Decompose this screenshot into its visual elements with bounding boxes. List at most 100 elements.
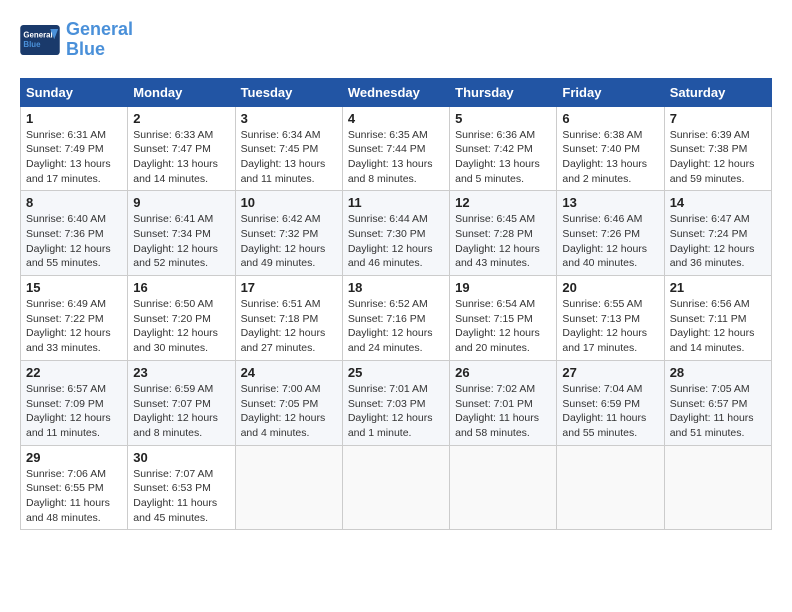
calendar-day-cell: 26 Sunrise: 7:02 AMSunset: 7:01 PMDaylig… xyxy=(450,360,557,445)
day-number: 19 xyxy=(455,280,551,295)
calendar-week-row: 1 Sunrise: 6:31 AMSunset: 7:49 PMDayligh… xyxy=(21,106,772,191)
day-info: Sunrise: 6:33 AMSunset: 7:47 PMDaylight:… xyxy=(133,128,229,187)
svg-text:General: General xyxy=(23,30,52,39)
calendar-week-row: 22 Sunrise: 6:57 AMSunset: 7:09 PMDaylig… xyxy=(21,360,772,445)
day-info: Sunrise: 7:04 AMSunset: 6:59 PMDaylight:… xyxy=(562,382,658,441)
day-number: 18 xyxy=(348,280,444,295)
calendar-day-cell: 2 Sunrise: 6:33 AMSunset: 7:47 PMDayligh… xyxy=(128,106,235,191)
calendar-day-cell: 15 Sunrise: 6:49 AMSunset: 7:22 PMDaylig… xyxy=(21,276,128,361)
day-number: 17 xyxy=(241,280,337,295)
day-number: 24 xyxy=(241,365,337,380)
day-number: 10 xyxy=(241,195,337,210)
calendar-day-cell: 3 Sunrise: 6:34 AMSunset: 7:45 PMDayligh… xyxy=(235,106,342,191)
day-number: 9 xyxy=(133,195,229,210)
calendar-day-cell: 14 Sunrise: 6:47 AMSunset: 7:24 PMDaylig… xyxy=(664,191,771,276)
day-info: Sunrise: 7:05 AMSunset: 6:57 PMDaylight:… xyxy=(670,382,766,441)
calendar-day-cell: 11 Sunrise: 6:44 AMSunset: 7:30 PMDaylig… xyxy=(342,191,449,276)
calendar-day-cell: 19 Sunrise: 6:54 AMSunset: 7:15 PMDaylig… xyxy=(450,276,557,361)
day-info: Sunrise: 7:00 AMSunset: 7:05 PMDaylight:… xyxy=(241,382,337,441)
calendar-day-cell: 23 Sunrise: 6:59 AMSunset: 7:07 PMDaylig… xyxy=(128,360,235,445)
day-info: Sunrise: 7:07 AMSunset: 6:53 PMDaylight:… xyxy=(133,467,229,526)
weekday-header-tuesday: Tuesday xyxy=(235,78,342,106)
weekday-header-monday: Monday xyxy=(128,78,235,106)
weekday-header-friday: Friday xyxy=(557,78,664,106)
svg-text:Blue: Blue xyxy=(23,40,41,49)
calendar-day-cell: 18 Sunrise: 6:52 AMSunset: 7:16 PMDaylig… xyxy=(342,276,449,361)
day-info: Sunrise: 6:31 AMSunset: 7:49 PMDaylight:… xyxy=(26,128,122,187)
logo-text: General Blue xyxy=(66,20,133,60)
calendar-day-cell: 13 Sunrise: 6:46 AMSunset: 7:26 PMDaylig… xyxy=(557,191,664,276)
day-info: Sunrise: 6:47 AMSunset: 7:24 PMDaylight:… xyxy=(670,212,766,271)
calendar-day-cell: 10 Sunrise: 6:42 AMSunset: 7:32 PMDaylig… xyxy=(235,191,342,276)
day-number: 16 xyxy=(133,280,229,295)
day-number: 28 xyxy=(670,365,766,380)
calendar-day-cell: 9 Sunrise: 6:41 AMSunset: 7:34 PMDayligh… xyxy=(128,191,235,276)
calendar-day-cell: 25 Sunrise: 7:01 AMSunset: 7:03 PMDaylig… xyxy=(342,360,449,445)
day-number: 12 xyxy=(455,195,551,210)
calendar-day-cell: 5 Sunrise: 6:36 AMSunset: 7:42 PMDayligh… xyxy=(450,106,557,191)
day-number: 13 xyxy=(562,195,658,210)
day-info: Sunrise: 7:06 AMSunset: 6:55 PMDaylight:… xyxy=(26,467,122,526)
calendar-day-cell: 21 Sunrise: 6:56 AMSunset: 7:11 PMDaylig… xyxy=(664,276,771,361)
calendar-empty-cell xyxy=(664,445,771,530)
day-info: Sunrise: 6:49 AMSunset: 7:22 PMDaylight:… xyxy=(26,297,122,356)
day-number: 2 xyxy=(133,111,229,126)
day-number: 21 xyxy=(670,280,766,295)
weekday-header-saturday: Saturday xyxy=(664,78,771,106)
calendar-day-cell: 12 Sunrise: 6:45 AMSunset: 7:28 PMDaylig… xyxy=(450,191,557,276)
calendar-day-cell: 29 Sunrise: 7:06 AMSunset: 6:55 PMDaylig… xyxy=(21,445,128,530)
day-number: 14 xyxy=(670,195,766,210)
day-info: Sunrise: 6:44 AMSunset: 7:30 PMDaylight:… xyxy=(348,212,444,271)
day-number: 30 xyxy=(133,450,229,465)
calendar-day-cell: 7 Sunrise: 6:39 AMSunset: 7:38 PMDayligh… xyxy=(664,106,771,191)
calendar-week-row: 15 Sunrise: 6:49 AMSunset: 7:22 PMDaylig… xyxy=(21,276,772,361)
day-info: Sunrise: 6:46 AMSunset: 7:26 PMDaylight:… xyxy=(562,212,658,271)
day-info: Sunrise: 6:54 AMSunset: 7:15 PMDaylight:… xyxy=(455,297,551,356)
weekday-header-wednesday: Wednesday xyxy=(342,78,449,106)
day-number: 23 xyxy=(133,365,229,380)
day-number: 20 xyxy=(562,280,658,295)
day-info: Sunrise: 6:41 AMSunset: 7:34 PMDaylight:… xyxy=(133,212,229,271)
day-number: 25 xyxy=(348,365,444,380)
calendar-empty-cell xyxy=(235,445,342,530)
day-number: 27 xyxy=(562,365,658,380)
day-number: 6 xyxy=(562,111,658,126)
calendar-day-cell: 16 Sunrise: 6:50 AMSunset: 7:20 PMDaylig… xyxy=(128,276,235,361)
day-number: 15 xyxy=(26,280,122,295)
calendar-day-cell: 4 Sunrise: 6:35 AMSunset: 7:44 PMDayligh… xyxy=(342,106,449,191)
calendar-day-cell: 27 Sunrise: 7:04 AMSunset: 6:59 PMDaylig… xyxy=(557,360,664,445)
calendar-day-cell: 30 Sunrise: 7:07 AMSunset: 6:53 PMDaylig… xyxy=(128,445,235,530)
day-info: Sunrise: 6:56 AMSunset: 7:11 PMDaylight:… xyxy=(670,297,766,356)
calendar-day-cell: 22 Sunrise: 6:57 AMSunset: 7:09 PMDaylig… xyxy=(21,360,128,445)
day-info: Sunrise: 6:36 AMSunset: 7:42 PMDaylight:… xyxy=(455,128,551,187)
calendar-week-row: 8 Sunrise: 6:40 AMSunset: 7:36 PMDayligh… xyxy=(21,191,772,276)
calendar-empty-cell xyxy=(342,445,449,530)
calendar-table: SundayMondayTuesdayWednesdayThursdayFrid… xyxy=(20,78,772,531)
day-info: Sunrise: 7:02 AMSunset: 7:01 PMDaylight:… xyxy=(455,382,551,441)
calendar-empty-cell xyxy=(450,445,557,530)
day-info: Sunrise: 6:35 AMSunset: 7:44 PMDaylight:… xyxy=(348,128,444,187)
calendar-day-cell: 1 Sunrise: 6:31 AMSunset: 7:49 PMDayligh… xyxy=(21,106,128,191)
day-number: 22 xyxy=(26,365,122,380)
day-info: Sunrise: 6:34 AMSunset: 7:45 PMDaylight:… xyxy=(241,128,337,187)
calendar-day-cell: 6 Sunrise: 6:38 AMSunset: 7:40 PMDayligh… xyxy=(557,106,664,191)
day-info: Sunrise: 6:40 AMSunset: 7:36 PMDaylight:… xyxy=(26,212,122,271)
calendar-day-cell: 20 Sunrise: 6:55 AMSunset: 7:13 PMDaylig… xyxy=(557,276,664,361)
day-info: Sunrise: 6:57 AMSunset: 7:09 PMDaylight:… xyxy=(26,382,122,441)
day-number: 29 xyxy=(26,450,122,465)
day-info: Sunrise: 6:55 AMSunset: 7:13 PMDaylight:… xyxy=(562,297,658,356)
weekday-header-row: SundayMondayTuesdayWednesdayThursdayFrid… xyxy=(21,78,772,106)
day-number: 4 xyxy=(348,111,444,126)
day-info: Sunrise: 6:50 AMSunset: 7:20 PMDaylight:… xyxy=(133,297,229,356)
day-number: 8 xyxy=(26,195,122,210)
logo: General Blue General Blue xyxy=(20,20,133,60)
day-number: 5 xyxy=(455,111,551,126)
day-number: 11 xyxy=(348,195,444,210)
calendar-day-cell: 8 Sunrise: 6:40 AMSunset: 7:36 PMDayligh… xyxy=(21,191,128,276)
day-number: 26 xyxy=(455,365,551,380)
day-info: Sunrise: 6:38 AMSunset: 7:40 PMDaylight:… xyxy=(562,128,658,187)
calendar-empty-cell xyxy=(557,445,664,530)
day-info: Sunrise: 6:51 AMSunset: 7:18 PMDaylight:… xyxy=(241,297,337,356)
day-info: Sunrise: 6:39 AMSunset: 7:38 PMDaylight:… xyxy=(670,128,766,187)
day-info: Sunrise: 6:59 AMSunset: 7:07 PMDaylight:… xyxy=(133,382,229,441)
